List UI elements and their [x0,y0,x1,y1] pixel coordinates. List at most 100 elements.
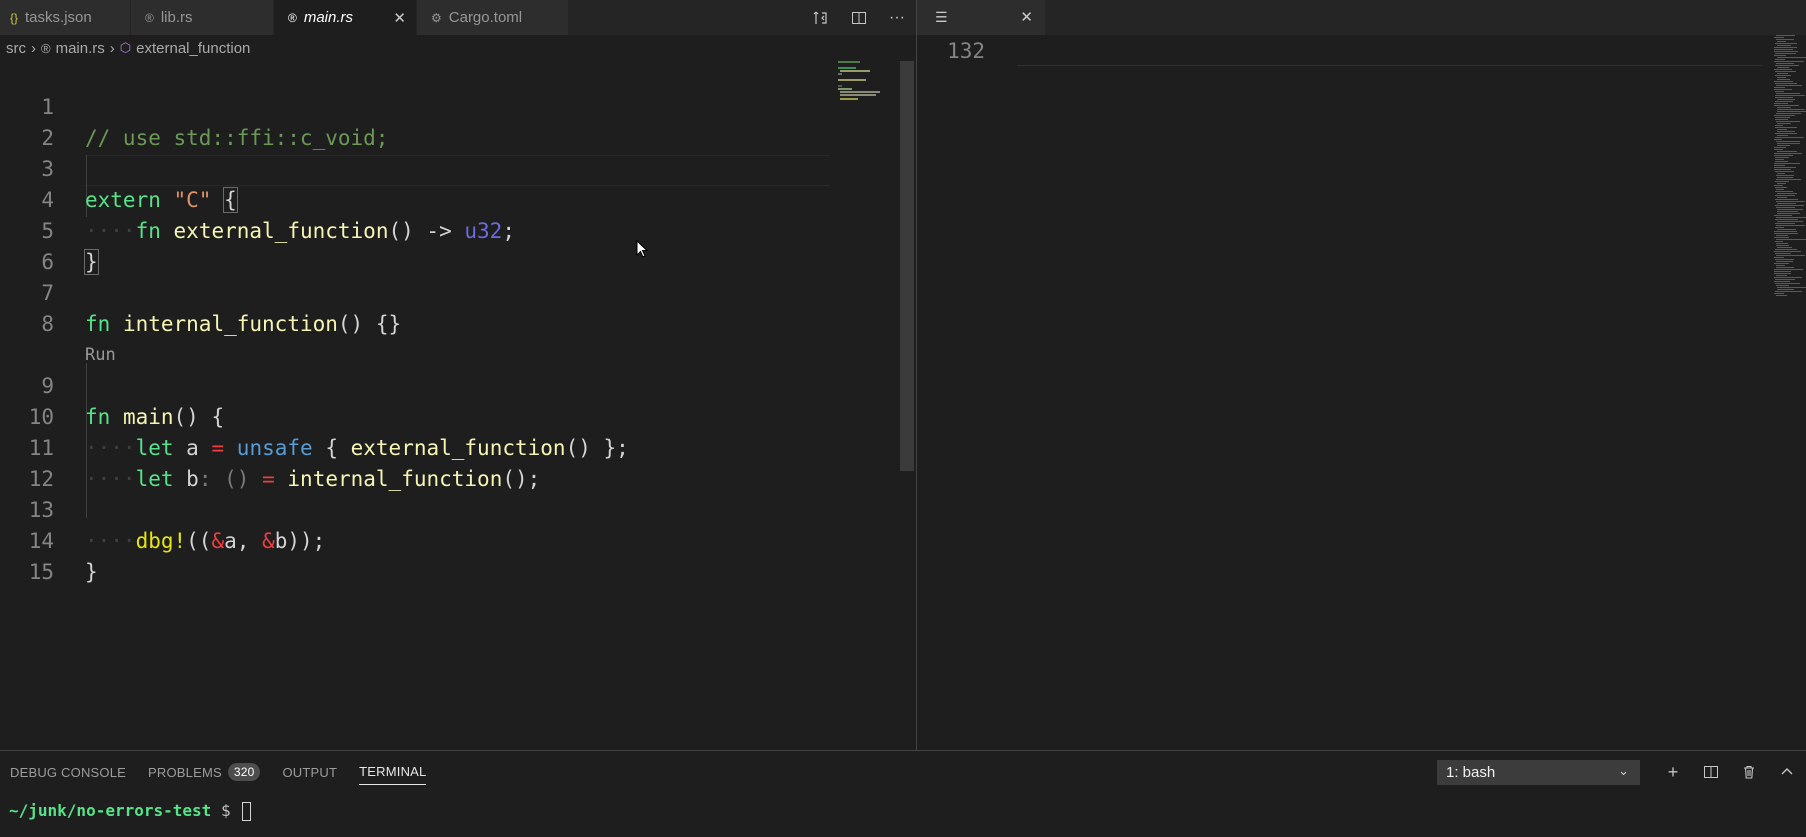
minimap-line [1775,119,1788,120]
close-icon[interactable]: ✕ [393,9,406,27]
minimap-line [1775,205,1804,206]
right-tab-bar: ☰ ✕ [917,0,1806,35]
code-line: 3 extern "C" { [0,123,830,213]
line-number: 15 [28,560,54,584]
minimap-line [1776,255,1805,256]
minimap-line [1775,253,1791,254]
tab-tasks-json[interactable]: {} tasks.json [0,0,131,35]
minimap-line [1774,271,1791,272]
close-icon[interactable]: ✕ [1020,8,1033,26]
tab-untitled[interactable]: ☰ ✕ [917,0,1045,35]
minimap-line [1777,143,1800,144]
problems-count-badge: 320 [227,763,261,781]
terminal-select[interactable]: 1: bash ⌄ [1437,759,1640,785]
minimap-line [1776,35,1795,36]
breadcrumb-file[interactable]: main.rs [56,40,105,57]
bottom-panel: DEBUG CONSOLE PROBLEMS 320 OUTPUT TERMIN… [0,750,1806,837]
code-line: 4 ····fn external_function() -> u32; [0,154,830,243]
minimap-line [1775,219,1798,220]
minimap-line [1774,231,1797,232]
minimap-line [1775,157,1789,158]
minimap-line [1777,229,1796,230]
minimap-line [1775,161,1788,162]
more-actions-icon[interactable]: ··· [878,0,916,35]
tab-label: PROBLEMS [148,764,222,780]
split-editor-icon[interactable] [840,0,878,35]
minimap-line [1775,171,1794,172]
minimap-line [1776,189,1784,190]
minimap-line [1774,277,1802,278]
tab-output[interactable]: OUTPUT [282,751,337,793]
minimap-line [1777,109,1805,110]
code-editor[interactable]: 1 // use std::ffi::c_void; 2 3 extern "C… [0,61,916,750]
open-changes-icon[interactable] [802,0,840,35]
minimap-line [1774,269,1803,270]
minimap-line [1775,91,1784,92]
minimap-line [1776,113,1801,114]
code-line: 15 [0,526,830,584]
breadcrumb-symbol[interactable]: external_function [136,40,250,57]
minimap-line [1776,245,1789,246]
code-line: 132 [917,36,1777,66]
tab-main-rs[interactable]: ® main.rs ✕ [274,0,417,35]
chevron-down-icon: ⌄ [1618,762,1629,778]
minimap-line [1776,63,1794,64]
symbol-method-icon: ⬡ [119,40,132,55]
code-line: 10 ····let a = unsafe { external_functio… [0,371,830,460]
tab-terminal[interactable]: TERMINAL [359,759,427,785]
minimap-line [1776,239,1806,240]
tab-problems[interactable]: PROBLEMS 320 [148,751,261,793]
gear-icon: ⚙ [431,10,442,25]
minimap-line [1777,107,1791,108]
tab-debug-console[interactable]: DEBUG CONSOLE [10,751,126,793]
vertical-scrollbar[interactable] [900,61,914,471]
code-line: 7 fn internal_function() {} [0,247,830,336]
minimap-line [1774,149,1783,150]
minimap-line [1775,195,1795,196]
new-terminal-icon[interactable]: + [1654,751,1692,793]
split-terminal-icon[interactable] [1692,751,1730,793]
minimap-line [1777,209,1803,210]
minimap-line [1774,251,1801,252]
minimap-line [1775,181,1789,182]
minimap-line [1776,285,1789,286]
code-line: 12 [0,433,830,491]
breadcrumb-folder[interactable]: src [6,40,26,57]
code-line: 13 ····dbg!((&a, &b)); [0,464,830,553]
code-line: 2 [0,92,830,150]
minimap-line [1776,243,1788,244]
minimap-line [1775,83,1797,84]
minimap-line [1777,151,1797,152]
minimap-line [1774,155,1793,156]
terminal-prompt[interactable]: ~/junk/no-errors-test $ [9,799,252,823]
trash-icon[interactable] [1730,751,1768,793]
tab-lib-rs[interactable]: ® lib.rs [131,0,274,35]
minimap-line [1774,61,1804,62]
minimap-line [1774,273,1791,274]
minimap-line [1774,185,1783,186]
minimap-line [1774,103,1788,104]
minimap[interactable] [836,61,900,101]
minimap-line [1775,249,1797,250]
minimap-line [1774,89,1792,90]
minimap-line [1776,295,1787,296]
minimap-line [1775,53,1796,54]
line-number: 132 [947,39,985,63]
minimap-line [1776,267,1794,268]
minimap-line [1777,221,1803,222]
minimap-line [1775,117,1790,118]
minimap-line [1776,261,1793,262]
minimap-line [1774,55,1786,56]
minimap-line [1777,145,1790,146]
minimap-line [1776,179,1801,180]
minimap[interactable] [1772,35,1806,300]
chevron-up-icon[interactable] [1768,751,1806,793]
terminal-path: ~/junk/no-errors-test [9,801,212,820]
minimap-line [1776,225,1805,226]
minimap-line [1777,99,1795,100]
mouse-pointer-icon [636,240,648,258]
minimap-line [1774,237,1789,238]
tab-cargo-toml[interactable]: ⚙ Cargo.toml [417,0,569,35]
panel-actions: 1: bash ⌄ + [1437,751,1806,793]
minimap-line [1777,183,1786,184]
